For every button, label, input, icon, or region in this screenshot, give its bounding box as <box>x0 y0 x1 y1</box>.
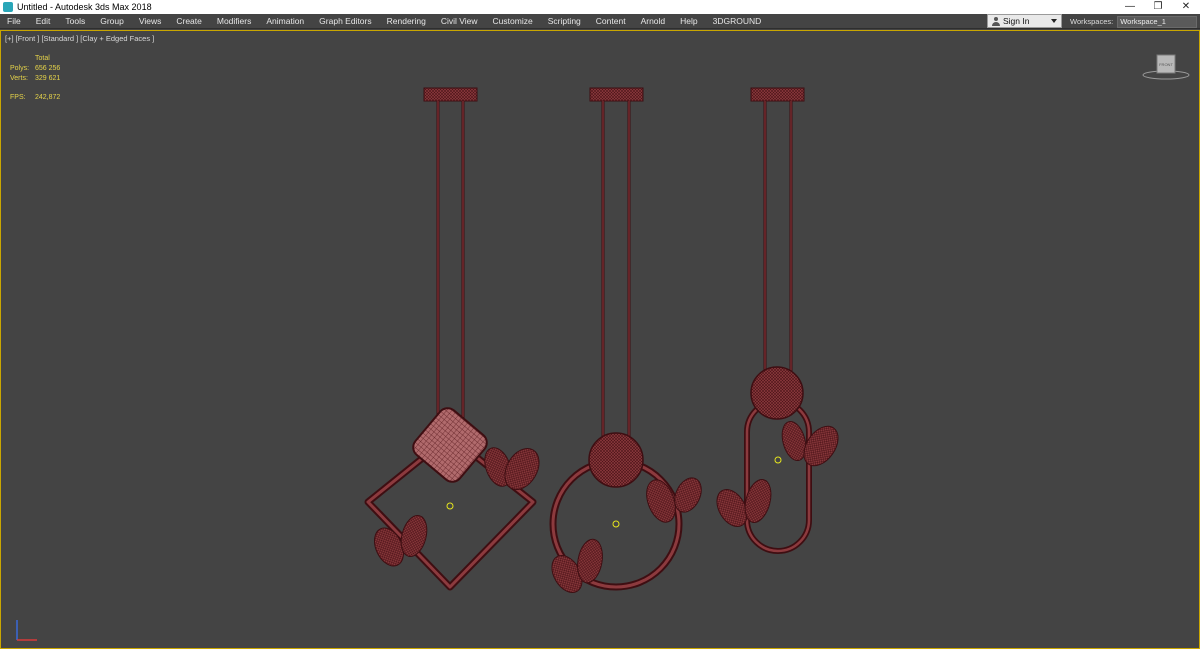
axis-tripod <box>16 620 37 641</box>
scene-geometry[interactable] <box>1 31 1199 648</box>
menu-rendering[interactable]: Rendering <box>379 14 433 29</box>
polys-label: Polys: <box>10 65 30 72</box>
restore-button[interactable]: ❐ <box>1144 0 1172 14</box>
menu-civil-view[interactable]: Civil View <box>433 14 485 29</box>
menu-content[interactable]: Content <box>588 14 633 29</box>
polys-value: 656 256 <box>35 65 61 72</box>
menu-create[interactable]: Create <box>169 14 210 29</box>
stats-fps: FPS: 242,872 <box>10 93 60 103</box>
stats-verts: Verts: 329 621 <box>10 74 60 84</box>
sign-in-label: Sign In <box>1003 16 1030 26</box>
menu-tools[interactable]: Tools <box>58 14 93 29</box>
menu-group[interactable]: Group <box>93 14 132 29</box>
menu-customize[interactable]: Customize <box>485 14 540 29</box>
sign-in-button[interactable]: Sign In <box>987 14 1062 28</box>
viewcube-face-label: FRONT <box>1159 62 1173 67</box>
menu-animation[interactable]: Animation <box>259 14 312 29</box>
viewcube[interactable]: FRONT <box>1141 51 1191 81</box>
verts-value: 329 621 <box>35 75 61 82</box>
menu-file[interactable]: File <box>0 14 28 29</box>
menu-scripting[interactable]: Scripting <box>540 14 588 29</box>
window-title: Untitled - Autodesk 3ds Max 2018 <box>17 2 152 12</box>
fps-label: FPS: <box>10 94 26 101</box>
menu-3dground[interactable]: 3DGROUND <box>705 14 769 29</box>
workspaces-selector: Workspaces: Workspace_1 <box>1070 14 1198 29</box>
workspace-dropdown[interactable]: Workspace_1 <box>1117 15 1198 28</box>
lamp-ring[interactable] <box>546 87 707 598</box>
statistics-overlay: Total Polys: 656 256 Verts: 329 621 FPS:… <box>10 54 60 103</box>
close-button[interactable]: ✕ <box>1172 0 1200 14</box>
chevron-down-icon <box>1051 19 1057 23</box>
app-icon <box>3 2 13 12</box>
verts-label: Verts: <box>10 75 28 82</box>
menu-modifiers[interactable]: Modifiers <box>209 14 258 29</box>
workspaces-label: Workspaces: <box>1070 17 1114 26</box>
stats-header: Total <box>35 55 50 62</box>
menu-graph-editors[interactable]: Graph Editors <box>312 14 379 29</box>
minimize-button[interactable]: — <box>1116 0 1144 14</box>
menu-arnold[interactable]: Arnold <box>633 14 673 29</box>
front-viewport[interactable]: [+] [Front ] [Standard ] [Clay + Edged F… <box>0 30 1200 649</box>
menu-help[interactable]: Help <box>673 14 705 29</box>
menu-views[interactable]: Views <box>131 14 169 29</box>
viewport-label[interactable]: [+] [Front ] [Standard ] [Clay + Edged F… <box>5 34 154 43</box>
title-bar: Untitled - Autodesk 3ds Max 2018 — ❐ ✕ <box>0 0 1200 14</box>
user-icon <box>992 16 1000 26</box>
fps-value: 242,872 <box>35 94 61 101</box>
lamp-capsule[interactable] <box>711 87 845 554</box>
stats-polys: Polys: 656 256 <box>10 64 60 74</box>
lamp-diamond[interactable] <box>364 87 546 591</box>
window-controls: — ❐ ✕ <box>1116 0 1200 14</box>
menu-edit[interactable]: Edit <box>28 14 58 29</box>
